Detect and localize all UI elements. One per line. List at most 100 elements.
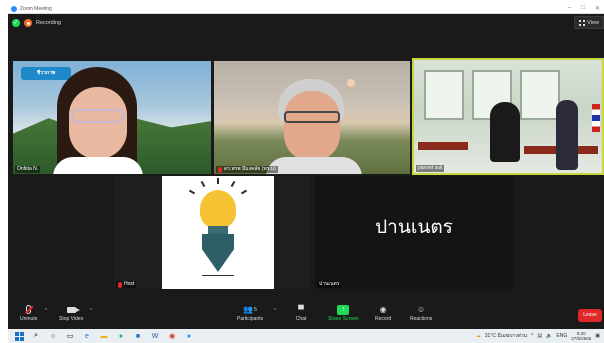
unmute-button[interactable]: Unmute: [20, 304, 38, 322]
record-label: Record: [375, 316, 392, 322]
lightbulb-icon: [200, 190, 236, 228]
line-app-icon[interactable]: ●: [115, 331, 127, 341]
light-ray: [240, 189, 248, 195]
windows-taskbar: ⌕ ○ ▭ e ▬ ● ■ W ◉ ● ☁ 31°C มีเมฆบางส่วน …: [8, 329, 604, 343]
participant-name: Host: [124, 281, 135, 287]
participant-glasses: [284, 111, 340, 123]
window-controls: – □ ✕: [568, 5, 600, 12]
tray-overflow-icon[interactable]: ^: [531, 333, 533, 339]
participant-display-name: ปานเนตร: [375, 216, 453, 238]
light-ray: [188, 189, 196, 195]
participant-name-tag: pannet suk: [416, 165, 445, 172]
participants-icon: 👥 5: [243, 305, 257, 314]
participant-body: [266, 157, 362, 174]
window: [424, 70, 464, 120]
network-icon[interactable]: ▤: [537, 333, 542, 339]
security-shield-icon[interactable]: ✓: [12, 19, 20, 27]
brand-badge: ชีวาภาพ: [21, 67, 71, 80]
share-screen-icon: ↑: [337, 304, 350, 315]
window: [520, 70, 560, 120]
participant-name: ดร.พรพ มีมงคลัย (ทร.ม): [224, 166, 276, 172]
search-icon[interactable]: ⌕: [30, 331, 42, 341]
recording-label: Recording: [36, 20, 62, 26]
chrome-icon[interactable]: ◉: [166, 331, 178, 341]
start-button[interactable]: [13, 331, 25, 341]
reactions-label: Reactions: [410, 316, 433, 322]
light-ray: [200, 180, 206, 188]
chat-bubble-icon: ▀: [298, 305, 304, 314]
minimize-icon[interactable]: –: [568, 5, 571, 12]
participant-name: ปานเนตร: [319, 281, 340, 287]
close-icon[interactable]: ✕: [595, 5, 600, 12]
light-ray: [230, 180, 236, 188]
participants-caret-icon[interactable]: ^: [274, 308, 276, 314]
participant-name-tag: ดร.พรพ มีมงคลัย (ทร.ม): [216, 166, 278, 173]
participants-button[interactable]: 👥 5 Participants: [237, 304, 263, 322]
reactions-button[interactable]: ☺ Reactions: [410, 304, 432, 322]
meeting-status: ✓ Recording: [8, 16, 61, 30]
participant-name-tag: ปานเนตร: [317, 281, 342, 288]
view-label: View: [587, 19, 599, 26]
zoom-logo-icon: [11, 5, 17, 12]
edge-icon[interactable]: e: [81, 331, 93, 341]
video-tile-host[interactable]: Host: [114, 176, 310, 289]
stop-video-button[interactable]: Stop Video: [59, 304, 83, 322]
leave-button[interactable]: Leave: [578, 309, 602, 322]
muted-mic-icon: [218, 166, 222, 173]
participant-name: Onfida N.: [17, 166, 39, 172]
seated-person: [490, 102, 520, 162]
notifications-icon[interactable]: ▣: [595, 333, 600, 339]
word-icon[interactable]: W: [149, 331, 161, 341]
participants-label: Participants: [237, 316, 264, 322]
video-options-caret-icon[interactable]: ^: [90, 308, 92, 314]
participant-glasses: [71, 109, 125, 123]
chat-label: Chat: [295, 316, 307, 322]
system-tray: ☁ 31°C มีเมฆบางส่วน ^ ▤ 🔈 ENG 9:20 27/5/…: [476, 329, 600, 343]
weather-icon: ☁: [475, 333, 481, 339]
gallery-view-icon: [579, 19, 586, 26]
language-indicator[interactable]: ENG: [556, 333, 567, 339]
muted-mic-icon: [23, 304, 35, 315]
volume-icon[interactable]: 🔈: [546, 333, 552, 339]
maximize-icon[interactable]: □: [581, 5, 585, 12]
chat-button[interactable]: ▀ Chat: [295, 304, 307, 322]
audio-options-caret-icon[interactable]: ^: [45, 308, 47, 314]
reactions-icon: ☺: [417, 305, 426, 314]
recording-icon[interactable]: [24, 19, 32, 27]
window-title: Zoom Meeting: [20, 5, 52, 12]
file-explorer-icon[interactable]: ▬: [98, 331, 110, 341]
outlook-icon[interactable]: ■: [132, 331, 144, 341]
participant-name-tag: Onfida N.: [15, 166, 41, 173]
zoom-window: Zoom Meeting – □ ✕ ✓ Recording View ชีวา…: [8, 4, 604, 343]
record-icon: ◉: [379, 305, 387, 314]
bulb-base: [208, 226, 228, 234]
zoom-app-icon[interactable]: ●: [183, 331, 195, 341]
clock[interactable]: 9:20 27/5/2565: [571, 331, 591, 341]
pen-lightbulb-logo: [162, 176, 274, 289]
participant-body: [53, 157, 143, 174]
standing-person: [556, 100, 578, 170]
video-camera-icon: [65, 304, 80, 315]
video-tile-1[interactable]: ชีวาภาพ Onfida N.: [13, 61, 211, 174]
weather-text[interactable]: 31°C มีเมฆบางส่วน: [485, 332, 527, 340]
unmute-label: Unmute: [20, 316, 38, 322]
nib-underline: [202, 275, 234, 276]
participant-name: pannet suk: [418, 165, 443, 171]
cortana-icon[interactable]: ○: [47, 331, 59, 341]
light-ray: [217, 178, 219, 184]
share-screen-button[interactable]: ↑ Share Screen: [328, 304, 359, 322]
table: [418, 142, 468, 150]
record-button[interactable]: ◉ Record: [375, 304, 391, 322]
participant-face: [284, 91, 340, 161]
video-tile-2[interactable]: ดร.พรพ มีมงคลัย (ทร.ม): [214, 61, 410, 174]
participant-face: [69, 87, 127, 159]
title-bar: Zoom Meeting – □ ✕: [8, 4, 604, 14]
sun: [347, 79, 355, 87]
view-button[interactable]: View: [574, 16, 604, 29]
participants-count: 5: [254, 306, 257, 313]
video-tile-3-active-speaker[interactable]: pannet suk: [412, 58, 604, 175]
video-tile-5[interactable]: ปานเนตร ปานเนตร: [315, 176, 513, 289]
task-view-icon[interactable]: ▭: [64, 331, 76, 341]
participant-name-tag: Host: [116, 281, 137, 288]
windows-logo-icon: [14, 331, 24, 341]
